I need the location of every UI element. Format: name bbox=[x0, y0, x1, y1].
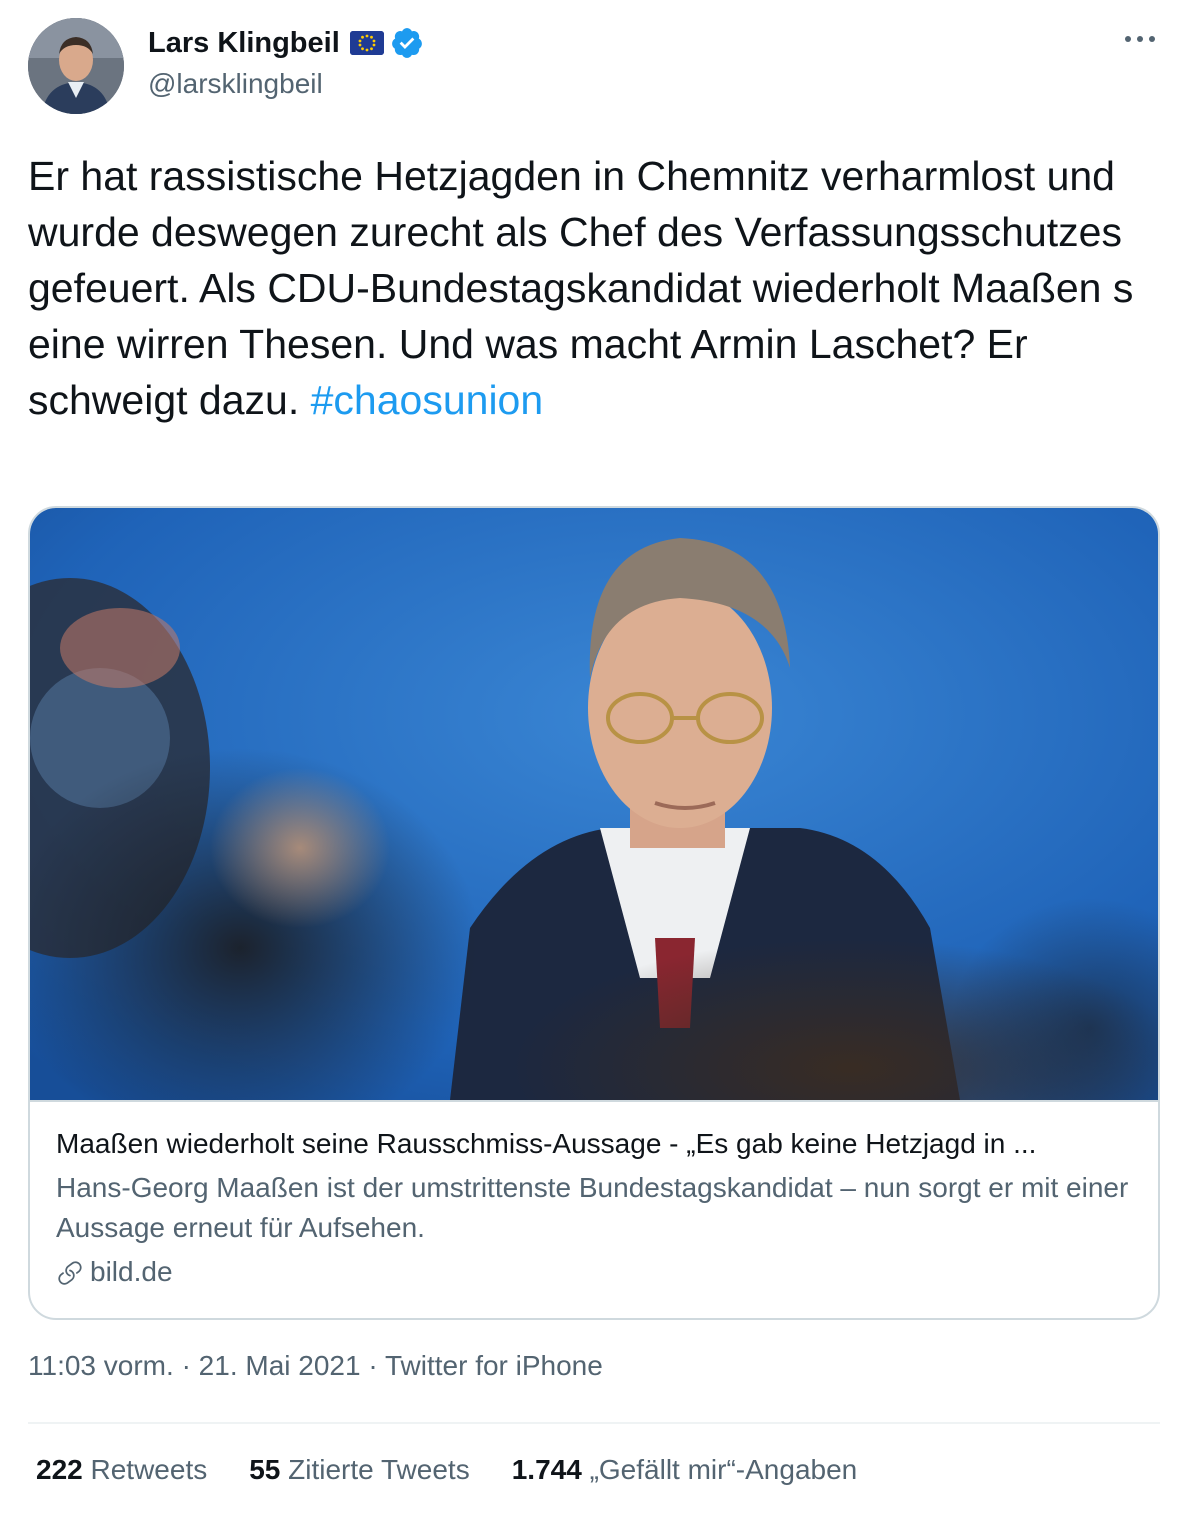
eu-flag-icon bbox=[349, 31, 384, 55]
avatar[interactable] bbox=[28, 18, 124, 114]
meta-separator: · bbox=[181, 1350, 191, 1381]
card-description: Hans-Georg Maaßen ist der umstrittenste … bbox=[56, 1172, 1129, 1243]
more-options-icon[interactable] bbox=[1122, 24, 1158, 54]
tweet-time[interactable]: 11:03 vorm. bbox=[28, 1350, 174, 1381]
tweet-meta: 11:03 vorm. · 21. Mai 2021 · Twitter for… bbox=[28, 1350, 603, 1382]
author-name[interactable]: Lars Klingbeil bbox=[148, 27, 340, 60]
divider bbox=[28, 1422, 1160, 1424]
author-handle[interactable]: @larsklingbeil bbox=[148, 68, 323, 100]
card-domain[interactable]: bild.de bbox=[90, 1252, 173, 1292]
link-icon bbox=[56, 1258, 84, 1286]
name-row: Lars Klingbeil bbox=[148, 26, 424, 60]
tweet-text: Er hat rassistische Hetzjagden in Chemni… bbox=[28, 148, 1148, 428]
verified-badge-icon bbox=[390, 26, 424, 60]
likes-stat[interactable]: 1.744 „Gefällt mir“-Angaben bbox=[512, 1454, 858, 1486]
tweet-source[interactable]: Twitter for iPhone bbox=[385, 1350, 603, 1381]
card-image[interactable] bbox=[30, 508, 1158, 1198]
quotes-label: Zitierte Tweets bbox=[288, 1454, 470, 1485]
card-title: Maaßen wiederholt seine Rausschmiss-Auss… bbox=[56, 1128, 1037, 1159]
link-preview-card[interactable]: Maaßen wiederholt seine Rausschmiss-Auss… bbox=[28, 506, 1160, 1320]
card-domain-row: bild.de bbox=[56, 1252, 1136, 1292]
tweet-header: Lars Klingbeil @larsklingbeil bbox=[28, 18, 1164, 118]
engagement-stats: 222 Retweets 55 Zitierte Tweets 1.744 „G… bbox=[36, 1454, 899, 1486]
quotes-stat[interactable]: 55 Zitierte Tweets bbox=[249, 1454, 470, 1486]
card-body: Maaßen wiederholt seine Rausschmiss-Auss… bbox=[56, 1124, 1136, 1292]
meta-separator: · bbox=[368, 1350, 378, 1381]
tweet-date[interactable]: 21. Mai 2021 bbox=[199, 1350, 361, 1381]
likes-label: „Gefällt mir“-Angaben bbox=[589, 1454, 858, 1485]
tweet-body: Er hat rassistische Hetzjagden in Chemni… bbox=[28, 153, 1134, 423]
retweets-stat[interactable]: 222 Retweets bbox=[36, 1454, 207, 1486]
retweets-count: 222 bbox=[36, 1454, 83, 1485]
retweets-label: Retweets bbox=[90, 1454, 208, 1485]
likes-count: 1.744 bbox=[511, 1454, 582, 1485]
hashtag-link[interactable]: #chaosunion bbox=[311, 377, 544, 423]
quotes-count: 55 bbox=[249, 1454, 281, 1485]
